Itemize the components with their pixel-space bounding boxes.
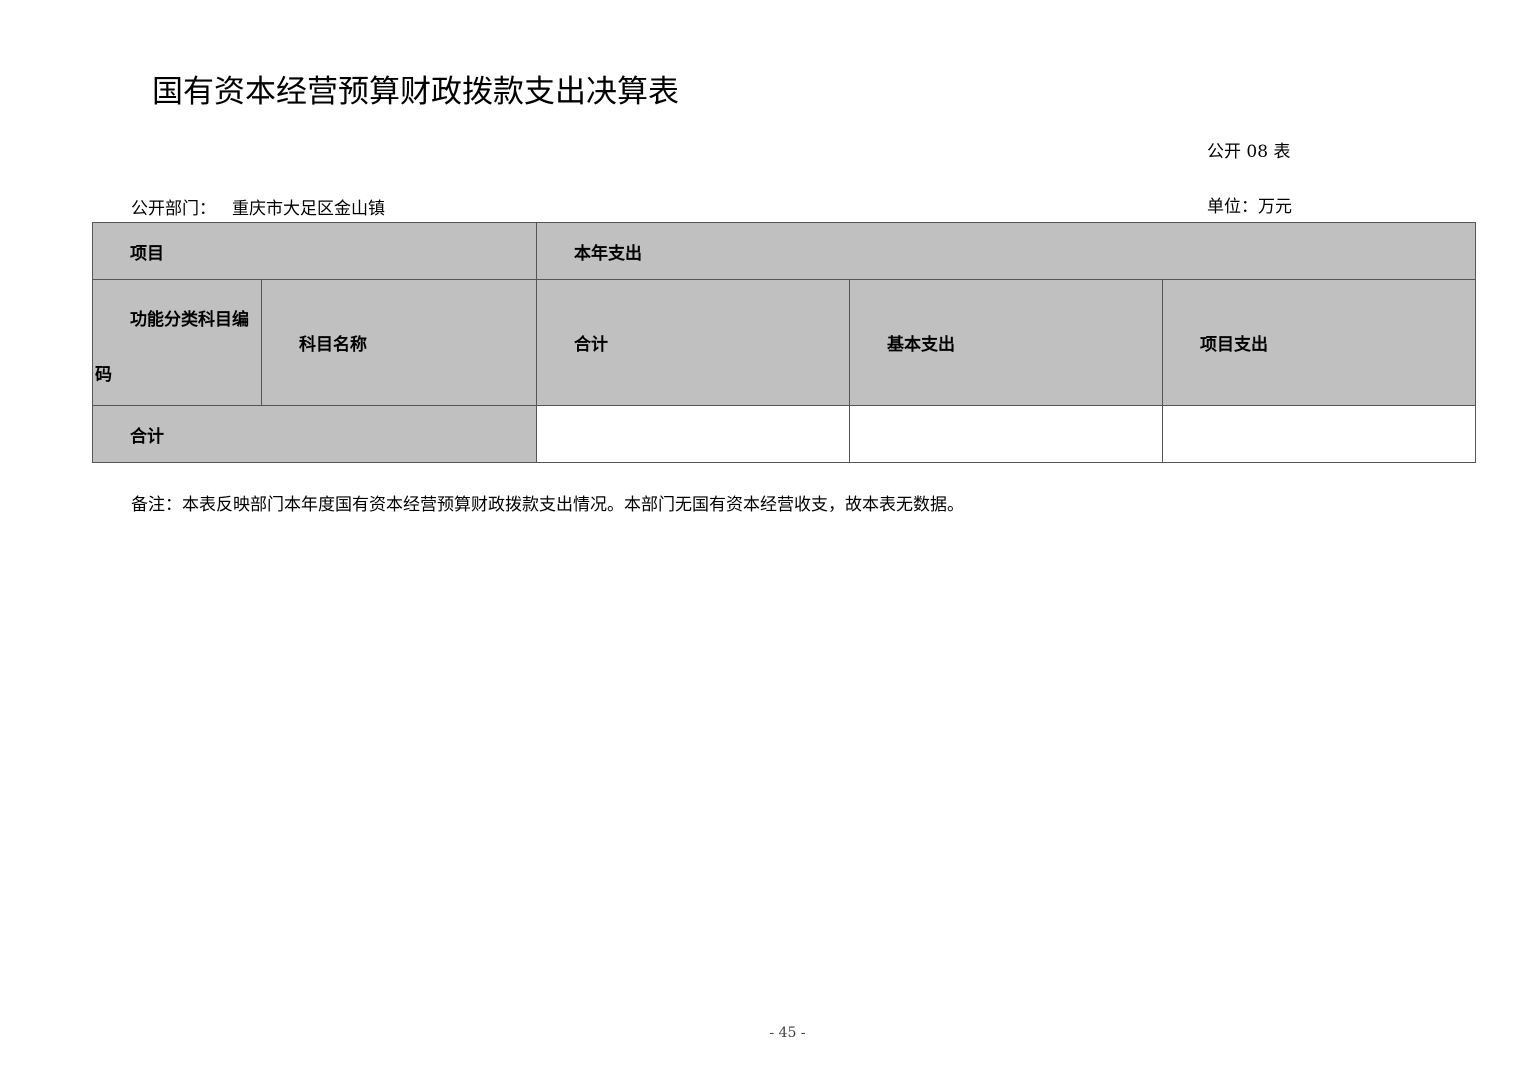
total-row-total-cell [536, 405, 850, 463]
unit-label: 单位：万元 [1207, 197, 1292, 217]
department-value: 重庆市大足区金山镇 [232, 199, 385, 219]
header-row-1: 项目 本年支出 [92, 222, 1476, 280]
total-row-basic-cell [849, 405, 1163, 463]
page-title: 国有资本经营预算财政拨款支出决算表 [152, 74, 679, 110]
header-basic-label: 基本支出 [887, 335, 955, 355]
header-code-label-line1: 功能分类科目编 [130, 310, 249, 330]
header-project-label: 项目支出 [1200, 335, 1268, 355]
expenditure-table: 项目 本年支出 功能分类科目编 码 科目名称 合计 基本支出 项目支出 合计 [92, 222, 1476, 463]
department-line: 公开部门： 重庆市大足区金山镇 [131, 194, 385, 219]
header-total-label: 合计 [574, 335, 608, 355]
total-row-project-cell [1162, 405, 1476, 463]
header-subject-name-cell: 科目名称 [261, 279, 537, 406]
total-row-label-cell: 合计 [92, 405, 537, 463]
header-subject-name-label: 科目名称 [299, 335, 367, 355]
total-row-label: 合计 [130, 426, 164, 447]
header-item-label: 项目 [130, 243, 164, 264]
header-basic-cell: 基本支出 [849, 279, 1163, 406]
header-total-cell: 合计 [536, 279, 850, 406]
header-item-cell: 项目 [92, 222, 537, 280]
header-row-2: 功能分类科目编 码 科目名称 合计 基本支出 项目支出 [92, 279, 1476, 406]
header-current-year-cell: 本年支出 [536, 222, 1476, 280]
expenditure-table-container: 项目 本年支出 功能分类科目编 码 科目名称 合计 基本支出 项目支出 合计 [92, 222, 1476, 463]
header-project-cell: 项目支出 [1162, 279, 1476, 406]
table-note: 备注：本表反映部门本年度国有资本经营预算财政拨款支出情况。本部门无国有资本经营收… [131, 495, 964, 515]
total-row: 合计 [92, 405, 1476, 463]
header-current-year-label: 本年支出 [574, 243, 642, 264]
department-label: 公开部门： [131, 199, 216, 219]
table-number: 公开 08 表 [1207, 142, 1291, 162]
header-code-label-line2: 码 [95, 365, 112, 385]
page-number: - 45 - [769, 1025, 806, 1041]
header-code-cell: 功能分类科目编 码 [92, 279, 262, 406]
